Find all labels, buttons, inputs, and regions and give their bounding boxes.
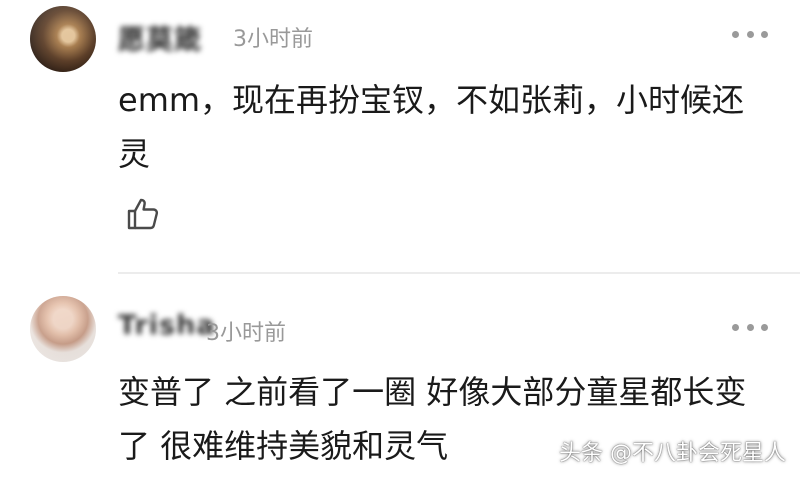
more-dot-icon [746, 30, 754, 38]
more-dot-icon [761, 323, 768, 331]
more-dot-icon [761, 30, 768, 38]
more-button[interactable] [732, 24, 768, 44]
user-avatar[interactable] [30, 296, 96, 362]
watermark: 头条 @不八卦会死星人 [559, 441, 786, 466]
like-button[interactable] [125, 196, 161, 232]
avatar-shade [30, 6, 96, 72]
comment-time: 3小时前 [206, 321, 286, 346]
comment-divider [118, 272, 800, 274]
more-button[interactable] [732, 317, 768, 337]
comment-item: 愿莫箴 3小时前 emm，现在再扮宝钗，不如张莉，小时候还灵 [0, 0, 800, 270]
user-avatar[interactable] [30, 6, 96, 72]
thumbs-up-icon [127, 198, 159, 230]
avatar-shade [30, 296, 96, 362]
username[interactable]: 愿莫箴 [118, 18, 202, 57]
username[interactable]: Trisha [118, 310, 216, 341]
comment-time: 3小时前 [233, 27, 313, 52]
more-dot-icon [732, 30, 739, 38]
more-dot-icon [732, 323, 739, 331]
comment-text: emm，现在再扮宝钗，不如张莉，小时候还灵 [118, 81, 745, 173]
more-dot-icon [746, 323, 754, 331]
